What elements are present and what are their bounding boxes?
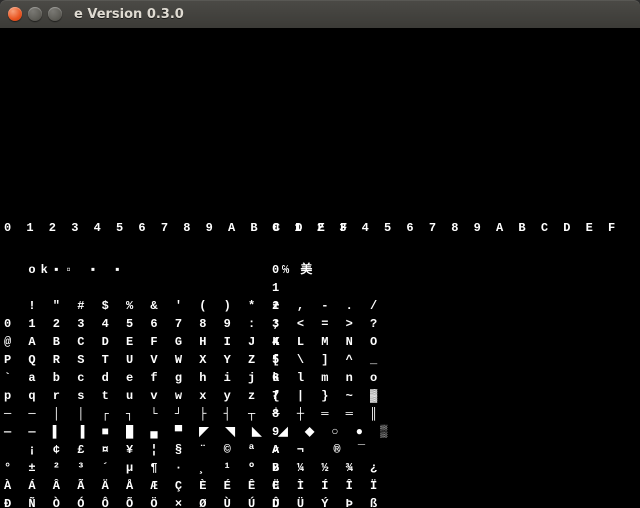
row-label: 8 <box>272 408 282 420</box>
minimize-icon[interactable] <box>28 7 42 21</box>
right-row: C <box>272 480 619 498</box>
window-controls <box>8 7 62 21</box>
right-row: 6 <box>272 372 619 390</box>
right-row: 0℅ 美 <box>272 264 619 282</box>
row-label: 6 <box>272 372 282 384</box>
row-label: 1 <box>272 282 282 294</box>
row-label: 4 <box>272 336 282 348</box>
right-row: A <box>272 444 619 462</box>
right-header: 0 1 2 3 4 5 6 7 8 9 A B C D E F <box>272 222 619 240</box>
right-row: 1 <box>272 282 619 300</box>
client-area: 0 1 2 3 4 5 6 7 8 9 A B C D E F ok▪▫ ▪ ▪… <box>0 28 640 508</box>
right-char-table: 0 1 2 3 4 5 6 7 8 9 A B C D E F 0℅ 美1 2 3 4… <box>272 198 619 508</box>
right-row: 5 <box>272 354 619 372</box>
right-row: 7 <box>272 390 619 408</box>
maximize-icon[interactable] <box>48 7 62 21</box>
row-label: 7 <box>272 390 282 402</box>
row-label: D <box>272 498 282 508</box>
window-title: e Version 0.3.0 <box>74 7 184 22</box>
row-label: 5 <box>272 354 282 366</box>
right-row: 2 <box>272 300 619 318</box>
right-row: B <box>272 462 619 480</box>
app-window: e Version 0.3.0 0 1 2 3 4 5 6 7 8 9 A B … <box>0 0 640 508</box>
row-label: 0 <box>272 264 282 276</box>
right-row: 9 <box>272 426 619 444</box>
titlebar[interactable]: e Version 0.3.0 <box>0 0 640 28</box>
right-row: 4 <box>272 336 619 354</box>
right-row: D <box>272 498 619 508</box>
row-label: 3 <box>272 318 282 330</box>
row0-glyphs: ℅ 美 <box>282 263 314 277</box>
row-label: 9 <box>272 426 282 438</box>
close-icon[interactable] <box>8 7 22 21</box>
right-row: 3 <box>272 318 619 336</box>
row-label: 2 <box>272 300 282 312</box>
row-label: A <box>272 444 282 456</box>
row-label: B <box>272 462 282 474</box>
row-label: C <box>272 480 282 492</box>
right-row: 8 <box>272 408 619 426</box>
